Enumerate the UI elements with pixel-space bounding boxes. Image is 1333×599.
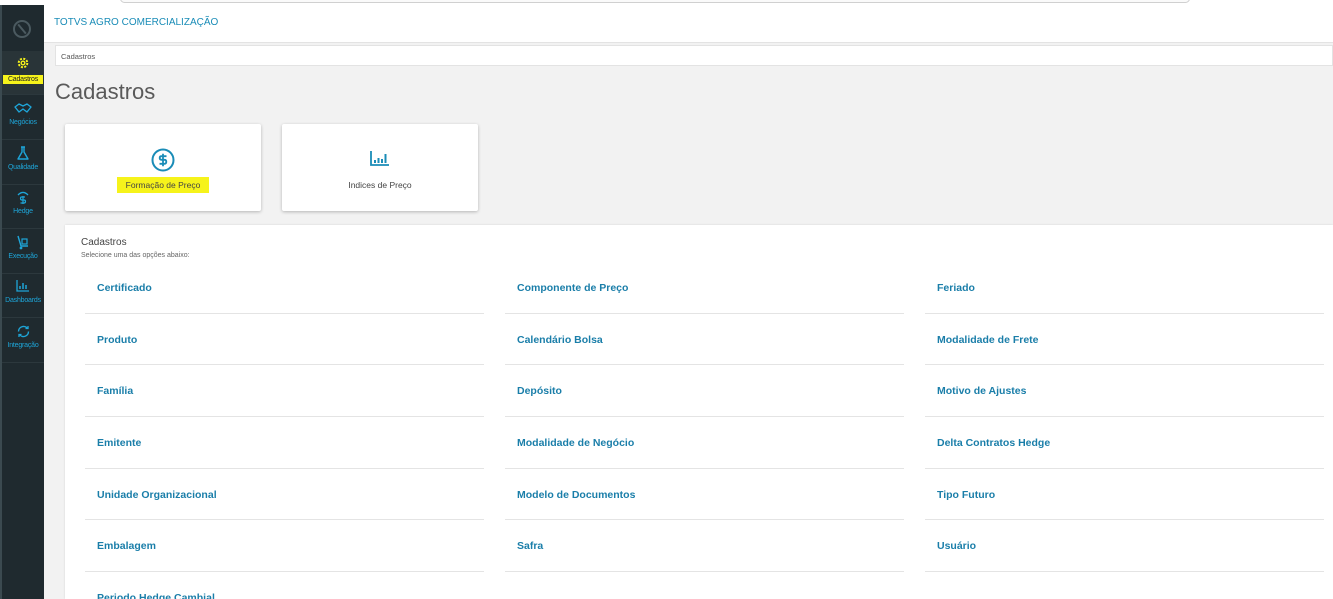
panel-title: Cadastros	[81, 237, 127, 248]
sidebar-item-label: Negócios	[9, 119, 37, 126]
sidebar-item-label: Execução	[8, 253, 38, 260]
options-column-1: Certificado Produto Família Emitente Uni…	[85, 262, 484, 599]
sidebar-item-label: Integração	[7, 342, 39, 349]
bar-chart-icon	[2, 274, 44, 296]
sidebar-item-label: Qualidade	[7, 164, 39, 171]
option-link-modelo-de-documentos[interactable]: Modelo de Documentos	[505, 469, 904, 521]
option-link-produto[interactable]: Produto	[85, 314, 484, 366]
sidebar-item-label: Cadastros	[3, 75, 43, 84]
top-bar: TOTVS AGRO COMERCIALIZAÇÃO	[44, 5, 1333, 43]
sidebar-item-execucao[interactable]: Execução	[2, 230, 44, 274]
breadcrumb: Cadastros	[55, 45, 1333, 66]
option-link-safra[interactable]: Safra	[505, 520, 904, 573]
options-column-2: Componente de Preço Calendário Bolsa Dep…	[505, 262, 904, 573]
option-link-calendario-bolsa[interactable]: Calendário Bolsa	[505, 314, 904, 366]
card-formacao-de-preco[interactable]: Formação de Preço	[65, 124, 261, 211]
card-label: Formação de Preço	[65, 177, 261, 193]
panel-subtitle: Selecione uma das opções abaixo:	[81, 252, 190, 259]
handshake-icon	[2, 96, 44, 118]
option-link-embalagem[interactable]: Embalagem	[85, 520, 484, 573]
dollar-circle-icon	[65, 148, 261, 172]
sidebar: Cadastros Negócios Qualidade Hedge Execu…	[0, 5, 44, 599]
sidebar-item-label: Hedge	[13, 208, 33, 215]
flask-icon	[2, 141, 44, 163]
page-title: Cadastros	[55, 79, 156, 104]
gear-icon	[2, 51, 44, 73]
breadcrumb-item[interactable]: Cadastros	[61, 52, 95, 61]
option-link-unidade-organizacional[interactable]: Unidade Organizacional	[85, 469, 484, 521]
sidebar-item-qualidade[interactable]: Qualidade	[2, 141, 44, 185]
option-link-certificado[interactable]: Certificado	[85, 262, 484, 314]
option-link-motivo-de-ajustes[interactable]: Motivo de Ajustes	[925, 365, 1324, 418]
option-link-usuario[interactable]: Usuário	[925, 520, 1324, 573]
option-link-deposito[interactable]: Depósito	[505, 365, 904, 418]
sync-icon	[2, 319, 44, 341]
option-link-modalidade-de-negocio[interactable]: Modalidade de Negócio	[505, 417, 904, 469]
address-bar-edge	[120, 0, 1190, 3]
option-link-delta-contratos-hedge[interactable]: Delta Contratos Hedge	[925, 417, 1324, 469]
sidebar-item-integracao[interactable]: Integração	[2, 319, 44, 363]
sidebar-item-cadastros[interactable]: Cadastros	[2, 51, 44, 95]
option-link-emitente[interactable]: Emitente	[85, 417, 484, 469]
options-column-3: Feriado Modalidade de Frete Motivo de Aj…	[925, 262, 1324, 573]
sidebar-item-label: Dashboards	[5, 297, 41, 304]
option-link-familia[interactable]: Família	[85, 365, 484, 418]
option-link-periodo-hedge-cambial[interactable]: Periodo Hedge Cambial	[85, 572, 484, 599]
option-link-componente-de-preco[interactable]: Componente de Preço	[505, 262, 904, 314]
sidebar-item-hedge[interactable]: Hedge	[2, 185, 44, 229]
option-link-modalidade-de-frete[interactable]: Modalidade de Frete	[925, 314, 1324, 366]
card-indices-de-preco[interactable]: Indices de Preço	[282, 124, 478, 211]
dollar-shield-icon	[2, 185, 44, 207]
app-logo-icon	[13, 20, 31, 38]
option-link-tipo-futuro[interactable]: Tipo Futuro	[925, 469, 1324, 521]
cadastros-panel: Cadastros Selecione uma das opções abaix…	[65, 225, 1333, 599]
option-link-feriado[interactable]: Feriado	[925, 262, 1324, 314]
card-label: Indices de Preço	[348, 180, 412, 190]
sidebar-item-dashboards[interactable]: Dashboards	[2, 274, 44, 318]
hand-truck-icon	[2, 230, 44, 252]
sidebar-item-negocios[interactable]: Negócios	[2, 96, 44, 140]
bar-chart-icon	[282, 148, 478, 172]
company-name[interactable]: TOTVS AGRO COMERCIALIZAÇÃO	[54, 17, 218, 28]
